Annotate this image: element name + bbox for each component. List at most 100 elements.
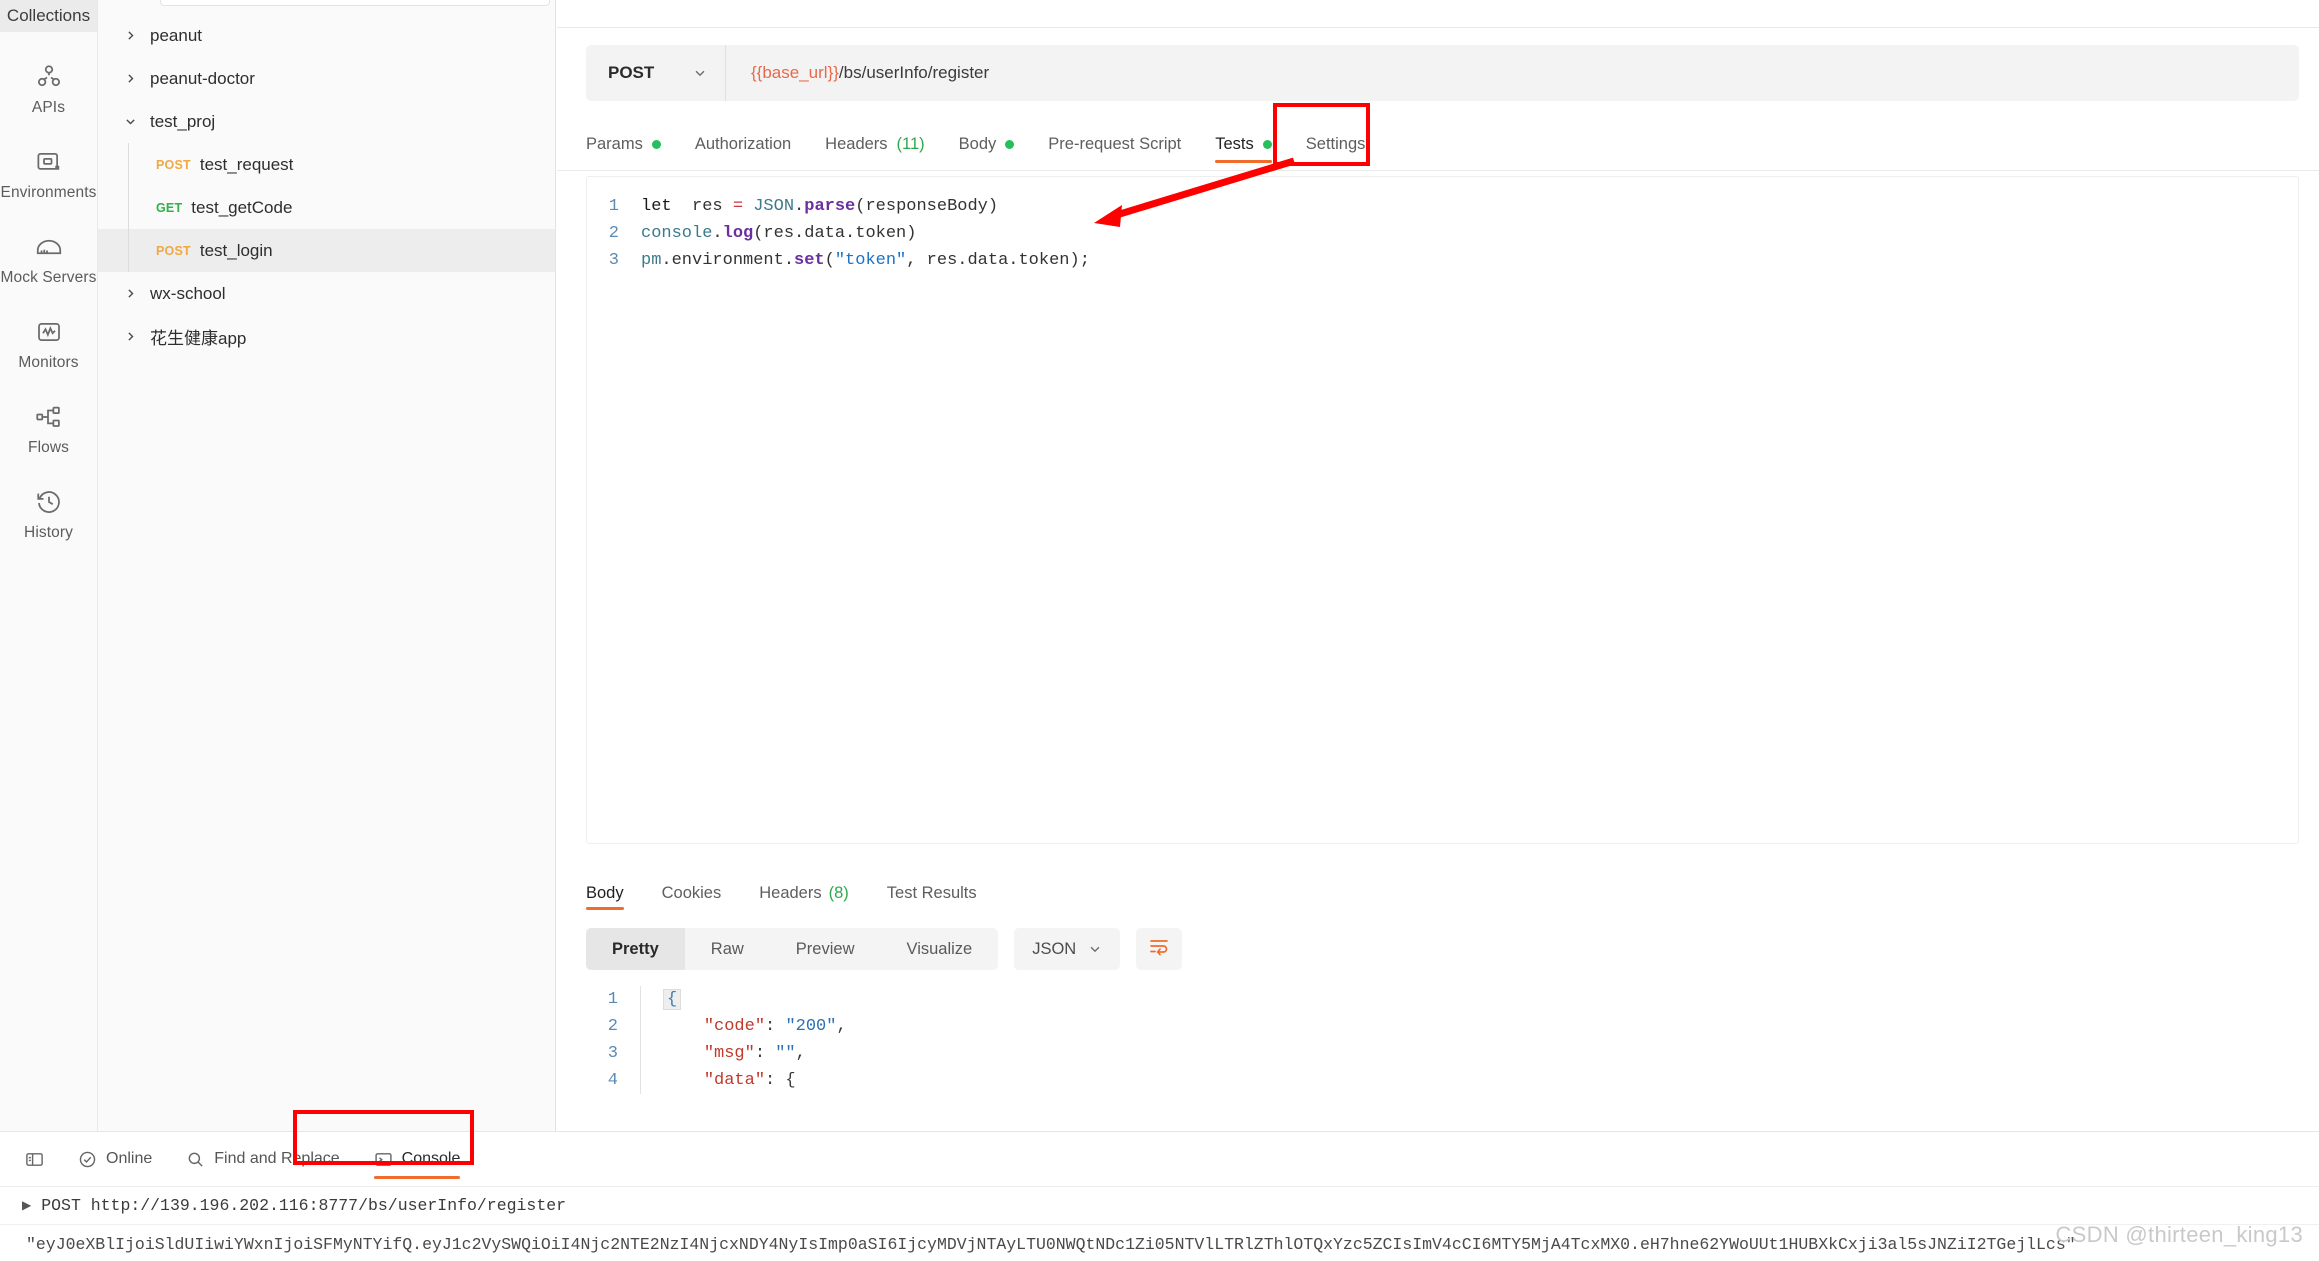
line-number: 2	[608, 224, 619, 243]
console-log-row: "eyJ0eXBlIjoiSldUIiwiYWxnIjoiSFMyNTYifQ.…	[0, 1225, 2319, 1261]
console-request-text: POST http://139.196.202.116:8777/bs/user…	[41, 1196, 567, 1215]
response-tabs: Body Cookies Headers (8) Test Results	[586, 872, 996, 914]
url-input[interactable]: {{base_url}}/bs/userInfo/register	[726, 63, 2299, 83]
view-mode-preview[interactable]: Preview	[770, 928, 881, 970]
environments-icon	[34, 147, 64, 177]
tab-tests[interactable]: Tests	[1198, 118, 1289, 170]
rail-item-flows[interactable]: Flows	[0, 402, 97, 457]
code-line: 1 let res = JSON.parse(responseBody)	[587, 193, 2298, 220]
sidebar-toggle-button[interactable]	[8, 1132, 61, 1187]
tab-params[interactable]: Params	[586, 118, 678, 170]
console-request-row[interactable]: ▶ POST http://139.196.202.116:8777/bs/us…	[0, 1187, 2319, 1225]
rail-item-apis[interactable]: APIs	[0, 62, 97, 117]
response-pane: Body Cookies Headers (8) Test Results Pr…	[557, 860, 2319, 1131]
tab-headers[interactable]: Headers (11)	[808, 118, 942, 170]
response-tab-headers[interactable]: Headers (8)	[740, 872, 868, 914]
request-pane: POST {{base_url}}/bs/userInfo/register P…	[557, 0, 2319, 860]
history-icon	[34, 487, 64, 517]
rail-item-mock-servers[interactable]: Mock Servers	[0, 232, 97, 287]
apis-icon	[34, 62, 64, 92]
fold-gutter	[640, 986, 641, 1013]
json-text: "msg": "",	[703, 1044, 806, 1063]
tab-count: (11)	[896, 134, 925, 153]
tree-item-wx-school[interactable]: wx-school	[98, 272, 555, 315]
tab-settings[interactable]: Settings	[1289, 118, 1383, 170]
tree-item-peanut[interactable]: peanut	[98, 14, 555, 57]
monitors-icon	[34, 317, 64, 347]
tab-authorization[interactable]: Authorization	[678, 118, 808, 170]
console-button[interactable]: Console	[357, 1132, 478, 1187]
word-wrap-icon	[1148, 936, 1170, 963]
tab-label: Params	[586, 134, 643, 153]
tree-item-huasheng-app[interactable]: 花生健康app	[98, 315, 555, 358]
rail-item-environments[interactable]: Environments	[0, 147, 97, 202]
tree-label: wx-school	[150, 283, 226, 303]
mock-servers-icon	[34, 232, 64, 262]
method-badge: POST	[156, 157, 191, 172]
tree-item-test-getcode[interactable]: GET test_getCode	[98, 186, 555, 229]
tab-count: (8)	[828, 883, 849, 902]
code-line: 3 pm.environment.set("token", res.data.t…	[587, 247, 2298, 274]
json-text: "code": "200",	[703, 1017, 847, 1036]
sidebar-search-input[interactable]	[160, 0, 550, 6]
response-tab-body[interactable]: Body	[586, 872, 643, 914]
code-text: console.log(res.data.token)	[641, 224, 917, 243]
tab-label: Headers	[759, 883, 822, 902]
collections-header: Collections	[0, 0, 97, 32]
tree-label: test_getCode	[191, 197, 293, 217]
line-number: 4	[607, 1071, 618, 1090]
line-number: 3	[607, 1044, 618, 1063]
line-number: 1	[607, 990, 618, 1009]
status-dot	[651, 139, 661, 149]
url-bar: POST {{base_url}}/bs/userInfo/register	[586, 45, 2299, 101]
view-mode-visualize[interactable]: Visualize	[880, 928, 998, 970]
status-dot	[1262, 139, 1272, 149]
tab-label: Authorization	[694, 134, 792, 153]
tab-body[interactable]: Body	[942, 118, 1032, 170]
tab-pre-request-script[interactable]: Pre-request Script	[1031, 118, 1198, 170]
code-line: 2 console.log(res.data.token)	[587, 220, 2298, 247]
status-online[interactable]: Online	[61, 1132, 169, 1187]
chevron-down-icon	[124, 115, 150, 128]
tree-item-test-request[interactable]: POST test_request	[98, 143, 555, 186]
rail-label-mock-servers: Mock Servers	[0, 269, 97, 286]
response-tab-test-results[interactable]: Test Results	[868, 872, 996, 914]
expand-triangle-icon[interactable]: ▶	[22, 1198, 31, 1213]
chevron-down-icon	[693, 66, 707, 80]
line-number: 1	[608, 197, 619, 216]
rail-label-environments: Environments	[0, 184, 97, 201]
chevron-down-icon	[1088, 942, 1102, 956]
json-line: 2 "code": "200",	[586, 1013, 2319, 1040]
tree-label: test_proj	[150, 111, 216, 131]
view-mode-pretty[interactable]: Pretty	[586, 928, 685, 970]
tree-item-peanut-doctor[interactable]: peanut-doctor	[98, 57, 555, 100]
request-tabs: Params Authorization Headers (11) Body P…	[586, 118, 2319, 170]
find-and-replace-button[interactable]: Find and Replace	[169, 1132, 356, 1187]
rail-label-flows: Flows	[28, 439, 69, 456]
tree-item-test-login[interactable]: POST test_login	[98, 229, 555, 272]
tests-script-editor[interactable]: 1 let res = JSON.parse(responseBody) 2 c…	[586, 176, 2299, 844]
tree-label: 花生健康app	[150, 329, 247, 348]
chevron-right-icon	[124, 330, 150, 343]
rail-item-monitors[interactable]: Monitors	[0, 317, 97, 372]
response-body-json[interactable]: 1 { 2 "code": "200", 3 "msg": "", 4 "dat…	[586, 986, 2319, 1131]
rail-label-apis: APIs	[31, 99, 66, 116]
left-icon-rail: Collections APIs Environments Mock Serve…	[0, 0, 98, 1131]
tabs-divider	[557, 170, 2319, 171]
url-variable: {{base_url}}	[751, 63, 839, 82]
search-icon	[186, 1150, 205, 1169]
status-dot	[1005, 139, 1015, 149]
tree-label: peanut	[150, 25, 202, 45]
word-wrap-button[interactable]	[1136, 928, 1183, 970]
find-and-replace-label: Find and Replace	[214, 1150, 340, 1167]
chevron-right-icon	[124, 72, 150, 85]
rail-item-history[interactable]: History	[0, 487, 97, 542]
tree-item-test-proj[interactable]: test_proj	[98, 100, 555, 143]
rail-label-monitors: Monitors	[18, 354, 79, 371]
response-format-select[interactable]: JSON	[1014, 928, 1121, 970]
http-method-select[interactable]: POST	[586, 45, 726, 101]
response-tab-cookies[interactable]: Cookies	[643, 872, 741, 914]
pane-divider	[557, 27, 2319, 28]
view-mode-raw[interactable]: Raw	[685, 928, 770, 970]
tab-label: Settings	[1305, 134, 1366, 153]
